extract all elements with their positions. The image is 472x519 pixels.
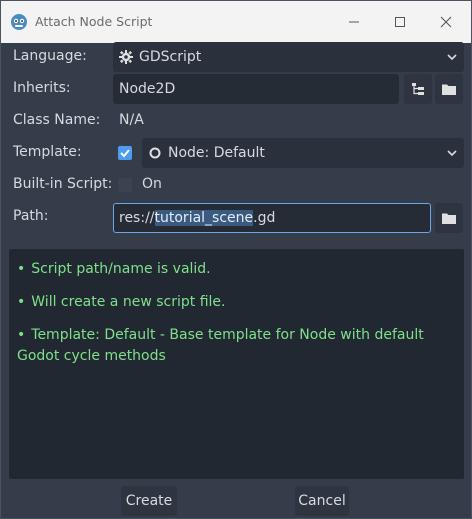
language-row: Language: GDScript bbox=[1, 42, 472, 72]
builtin-checkbox[interactable] bbox=[118, 178, 132, 192]
chevron-down-icon bbox=[447, 54, 457, 61]
message-line: • Script path/name is valid. bbox=[17, 261, 211, 277]
message-line: • Will create a new script file. bbox=[17, 294, 226, 310]
node-tree-icon bbox=[412, 83, 424, 95]
close-icon bbox=[440, 16, 452, 28]
folder-icon bbox=[442, 84, 456, 95]
template-label: Template: bbox=[13, 144, 82, 160]
path-suffix: .gd bbox=[253, 210, 276, 226]
cancel-button[interactable]: Cancel bbox=[295, 486, 349, 516]
maximize-button[interactable] bbox=[377, 1, 423, 43]
validation-messages-panel: • Script path/name is valid. • Will create… bbox=[9, 249, 464, 479]
node-circle-icon bbox=[149, 147, 161, 159]
godot-logo-icon bbox=[11, 14, 27, 30]
browse-path-button[interactable] bbox=[435, 203, 463, 233]
browse-inherits-button[interactable] bbox=[435, 74, 463, 104]
inherits-input[interactable]: Node2D bbox=[113, 74, 399, 104]
window-title: Attach Node Script bbox=[35, 14, 153, 29]
pick-node-button[interactable] bbox=[404, 74, 432, 104]
inherits-row: Inherits: Node2D bbox=[1, 74, 472, 104]
language-label: Language: bbox=[13, 48, 87, 64]
path-input[interactable]: res://tutorial_scene .gd bbox=[113, 203, 431, 233]
chevron-down-icon bbox=[447, 150, 457, 157]
inherits-value: Node2D bbox=[119, 81, 176, 97]
language-dropdown[interactable]: GDScript bbox=[113, 42, 464, 72]
create-button[interactable]: Create bbox=[121, 486, 177, 516]
gear-icon bbox=[119, 50, 133, 64]
builtin-row: Built-in Script: On bbox=[1, 170, 472, 200]
template-checkbox[interactable] bbox=[118, 146, 132, 160]
close-button[interactable] bbox=[423, 1, 469, 43]
class-name-row: Class Name: N/A bbox=[1, 106, 472, 136]
inherits-label: Inherits: bbox=[13, 80, 71, 96]
class-name-label: Class Name: bbox=[13, 112, 101, 128]
builtin-on-label: On bbox=[142, 176, 162, 192]
attach-script-dialog: Attach Node Script Language: GDScript In… bbox=[0, 0, 472, 519]
language-value: GDScript bbox=[139, 49, 202, 65]
template-dropdown[interactable]: Node: Default bbox=[142, 138, 464, 168]
template-value: Node: Default bbox=[168, 145, 265, 161]
minimize-icon bbox=[349, 21, 359, 23]
minimize-button[interactable] bbox=[331, 1, 377, 43]
builtin-label: Built-in Script: bbox=[13, 176, 113, 192]
checkmark-icon bbox=[120, 149, 130, 158]
path-selected-text: tutorial_scene bbox=[154, 210, 254, 226]
folder-icon bbox=[442, 213, 456, 224]
class-name-value: N/A bbox=[119, 112, 144, 128]
path-prefix: res:// bbox=[119, 210, 155, 226]
path-label: Path: bbox=[13, 208, 49, 224]
message-line: • Template: Default - Base template for N… bbox=[17, 327, 424, 364]
title-bar: Attach Node Script bbox=[1, 1, 471, 43]
template-row: Template: Node: Default bbox=[1, 138, 472, 168]
maximize-icon bbox=[395, 17, 405, 27]
